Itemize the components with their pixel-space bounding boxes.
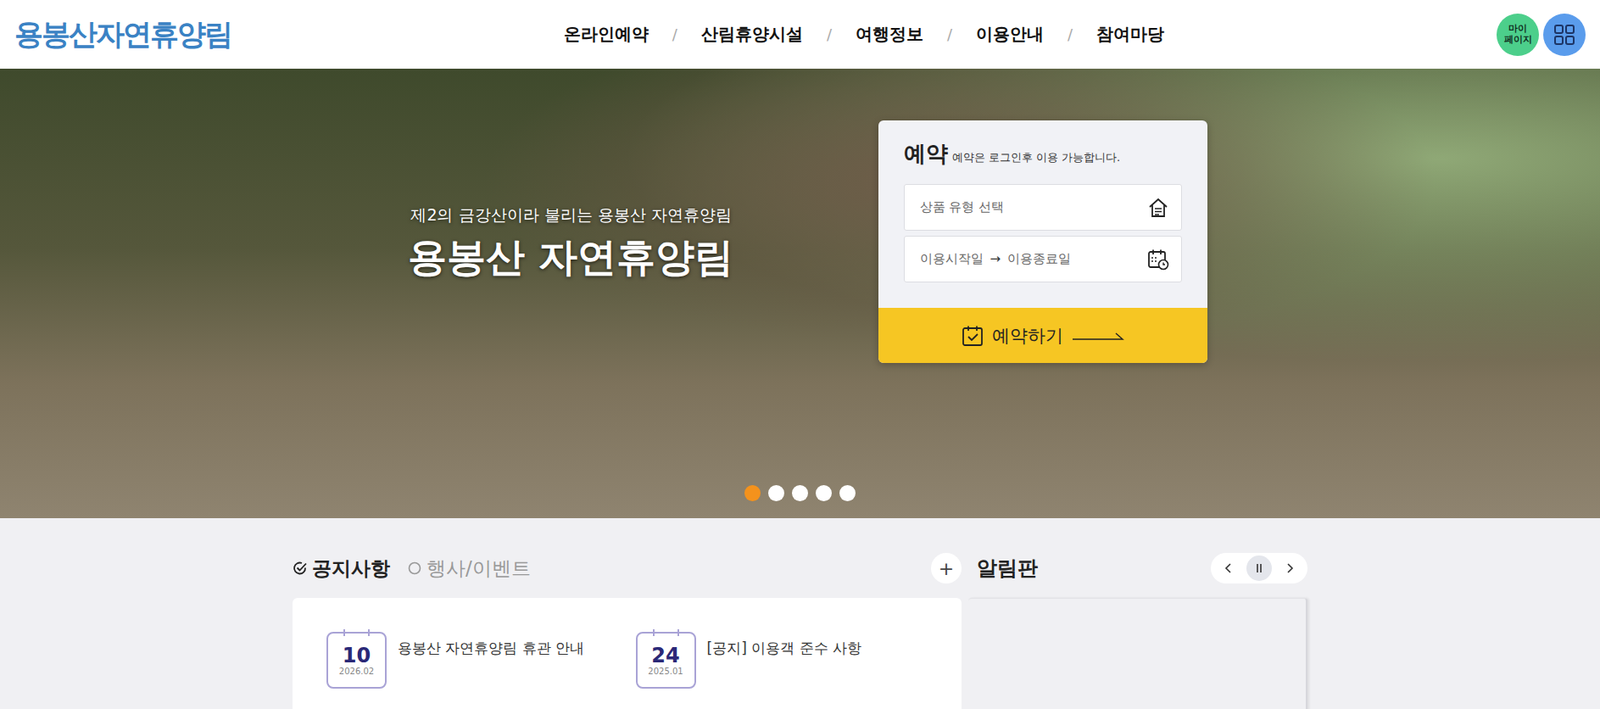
notice-card: 102026.02 용봉산 자연휴양림 휴관 안내 242025.01 [공지] 이용… <box>292 597 962 709</box>
notice-title: [공지] 이용객 준수 사항 <box>707 631 862 658</box>
hero-title: 용봉산 자연휴양림 <box>393 231 750 285</box>
date-badge-ring <box>652 629 655 636</box>
notice-title: 용봉산 자연휴양림 휴관 안내 <box>397 631 585 658</box>
pause-icon <box>1254 563 1264 574</box>
date-day: 24 <box>651 644 680 667</box>
nav-item[interactable]: 여행정보 <box>855 22 924 46</box>
notice-tab[interactable]: 공지사항 <box>292 555 391 582</box>
header: 용봉산자연휴양림 온라인예약 / 산림휴양시설 / 여행정보 / 이용안내 / 참여마당 마이페이지 <box>0 0 1600 69</box>
calendar-clock-icon <box>1147 248 1170 271</box>
booking-header: 예약예약은 로그인후 이용 가능합니다. <box>903 139 1182 169</box>
slide-dot[interactable] <box>791 485 809 502</box>
info-grid: 공지사항행사/이벤트+102026.02용봉산 자연휴양림 휴관 안내24202… <box>292 518 1308 709</box>
slide-dot[interactable] <box>815 485 832 502</box>
hero-content: 제2의 금강산이라 불리는 용봉산 자연휴양림용봉산 자연휴양림 예약예약은 로그… <box>393 68 1208 363</box>
date-range-field[interactable]: 이용시작일 → 이용종료일 <box>903 235 1182 283</box>
chevron-left-icon <box>1224 563 1233 574</box>
notice-tab[interactable]: 행사/이벤트 <box>406 555 531 582</box>
end-date-label: 이용종료일 <box>1007 250 1071 268</box>
date-badge-ring <box>343 629 346 636</box>
mypage-label: 마이 <box>1508 23 1528 35</box>
page: 용봉산자연휴양림 온라인예약 / 산림휴양시설 / 여행정보 / 이용안내 / 참여마당 마이페이지… <box>0 0 1600 709</box>
board-title: 알림판 <box>968 554 1038 582</box>
slide-dots <box>0 485 1600 502</box>
hero-subtitle: 제2의 금강산이라 불리는 용봉산 자연휴양림 <box>393 204 750 227</box>
board-column: 알림판 <box>968 551 1308 709</box>
date-badge-ring <box>677 629 680 636</box>
prev-button[interactable] <box>1215 555 1242 581</box>
notice-tab-label: 공지사항 <box>312 555 391 582</box>
date-badge-ring <box>367 629 370 636</box>
slide-dot[interactable] <box>768 485 785 502</box>
notice-tab-label: 행사/이벤트 <box>426 555 531 582</box>
board-header: 알림판 <box>968 551 1308 585</box>
date-arrow: → <box>990 250 1002 268</box>
grid-icon <box>1553 23 1576 46</box>
booking-title: 예약 <box>903 139 948 169</box>
booking-body: 예약예약은 로그인후 이용 가능합니다. 상품 유형 선택이용시작일 → 이용종료일 <box>878 120 1208 308</box>
hero-banner: 제2의 금강산이라 불리는 용봉산 자연휴양림용봉산 자연휴양림 예약예약은 로그… <box>0 68 1600 519</box>
board-controls <box>1210 552 1308 584</box>
all-menu-button[interactable] <box>1543 13 1586 56</box>
nav-separator: / <box>672 25 678 44</box>
nav-item[interactable]: 산림휴양시설 <box>701 22 803 46</box>
product-type-placeholder: 상품 유형 선택 <box>919 199 1005 216</box>
mypage-label: 페이지 <box>1504 34 1533 46</box>
nav-separator: / <box>826 25 832 44</box>
chevron-right-icon <box>1285 563 1294 574</box>
date-month: 2025.01 <box>647 666 683 676</box>
date-day: 10 <box>342 644 371 667</box>
notice-tabs: 공지사항 행사/이벤트 <box>292 555 531 582</box>
circle-icon <box>406 560 423 576</box>
mypage-button[interactable]: 마이페이지 <box>1496 13 1539 56</box>
board-card <box>968 597 1308 709</box>
start-date-label: 이용시작일 <box>919 250 984 268</box>
logo[interactable]: 용봉산자연휴양림 <box>14 15 232 55</box>
house-list-icon <box>1147 196 1170 219</box>
book-button-label: 예약하기 <box>992 323 1064 348</box>
calendar-check-icon <box>961 324 984 347</box>
notice-item[interactable]: 102026.02 용봉산 자연휴양림 휴관 안내 <box>326 631 619 689</box>
hero-text: 제2의 금강산이라 불리는 용봉산 자연휴양림용봉산 자연휴양림 <box>393 204 750 285</box>
slide-dot[interactable] <box>839 485 856 502</box>
nav-item[interactable]: 온라인예약 <box>563 22 649 46</box>
notice-column: 공지사항행사/이벤트+102026.02용봉산 자연휴양림 휴관 안내24202… <box>292 551 962 709</box>
date-month: 2026.02 <box>339 666 374 676</box>
book-button[interactable]: 예약하기 <box>878 307 1208 363</box>
nav-item[interactable]: 이용안내 <box>975 22 1044 46</box>
long-arrow-icon <box>1071 330 1125 341</box>
booking-card: 예약예약은 로그인후 이용 가능합니다.상품 유형 선택이용시작일→이용종료일예… <box>878 120 1208 363</box>
nav-item[interactable]: 참여마당 <box>1096 22 1165 46</box>
product-type-field[interactable]: 상품 유형 선택 <box>903 183 1182 231</box>
pause-button[interactable] <box>1246 555 1272 581</box>
main-nav: 온라인예약 / 산림휴양시설 / 여행정보 / 이용안내 / 참여마당 <box>231 22 1497 46</box>
date-range-placeholder: 이용시작일 → 이용종료일 <box>919 250 1072 268</box>
slide-dot[interactable] <box>744 485 761 502</box>
nav-separator: / <box>1067 25 1073 44</box>
info-section: 공지사항행사/이벤트+102026.02용봉산 자연휴양림 휴관 안내24202… <box>0 518 1600 709</box>
booking-note: 예약은 로그인후 이용 가능합니다. <box>952 150 1121 166</box>
more-button[interactable]: + <box>931 552 962 584</box>
date-badge: 102026.02 <box>326 631 387 689</box>
date-badge: 242025.01 <box>635 631 697 689</box>
check-circle-icon <box>292 560 308 576</box>
notice-item[interactable]: 242025.01 [공지] 이용객 준수 사항 <box>635 631 929 689</box>
notice-header: 공지사항 행사/이벤트 + <box>292 551 962 585</box>
next-button[interactable] <box>1276 555 1303 581</box>
nav-separator: / <box>947 25 953 44</box>
header-buttons: 마이페이지 <box>1496 13 1586 56</box>
